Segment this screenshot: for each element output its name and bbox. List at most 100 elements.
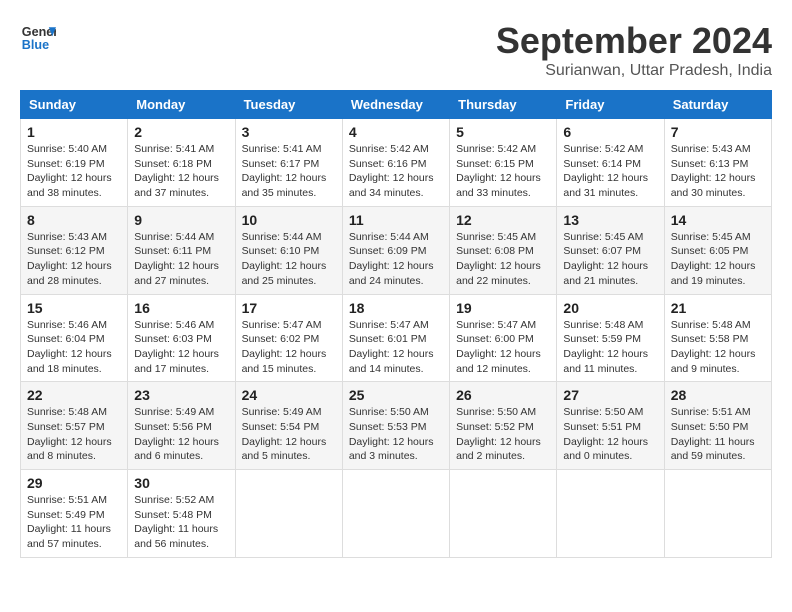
weekday-header-wednesday: Wednesday [342,91,449,119]
day-number: 4 [349,124,443,140]
calendar-day-28: 28 Sunrise: 5:51 AM Sunset: 5:50 PM Dayli… [664,382,771,470]
calendar-day-2: 2 Sunrise: 5:41 AM Sunset: 6:18 PM Daylig… [128,119,235,207]
empty-cell [235,470,342,558]
empty-cell [557,470,664,558]
day-info: Sunrise: 5:47 AM Sunset: 6:00 PM Dayligh… [456,318,550,377]
day-number: 13 [563,212,657,228]
weekday-header-saturday: Saturday [664,91,771,119]
empty-cell [664,470,771,558]
day-info: Sunrise: 5:45 AM Sunset: 6:05 PM Dayligh… [671,230,765,289]
calendar-day-14: 14 Sunrise: 5:45 AM Sunset: 6:05 PM Dayli… [664,206,771,294]
day-info: Sunrise: 5:43 AM Sunset: 6:13 PM Dayligh… [671,142,765,201]
day-number: 6 [563,124,657,140]
calendar-day-24: 24Sunrise: 5:49 AM Sunset: 5:54 PM Dayli… [235,382,342,470]
day-number: 24 [242,387,336,403]
day-number: 18 [349,300,443,316]
weekday-header-sunday: Sunday [21,91,128,119]
day-info: Sunrise: 5:41 AM Sunset: 6:17 PM Dayligh… [242,142,336,201]
day-number: 26 [456,387,550,403]
calendar-day-16: 16 Sunrise: 5:46 AM Sunset: 6:03 PM Dayli… [128,294,235,382]
day-info: Sunrise: 5:46 AM Sunset: 6:04 PM Dayligh… [27,318,121,377]
day-number: 7 [671,124,765,140]
day-number: 12 [456,212,550,228]
calendar-day-18: 18 Sunrise: 5:47 AM Sunset: 6:01 PM Dayli… [342,294,449,382]
month-title: September 2024 [496,20,772,62]
day-info: Sunrise: 5:52 AM Sunset: 5:48 PM Dayligh… [134,493,228,552]
calendar-day-7: 7 Sunrise: 5:43 AM Sunset: 6:13 PM Daylig… [664,119,771,207]
day-number: 16 [134,300,228,316]
day-info: Sunrise: 5:49 AM Sunset: 5:56 PM Dayligh… [134,405,228,464]
day-info: Sunrise: 5:50 AM Sunset: 5:53 PM Dayligh… [349,405,443,464]
day-number: 25 [349,387,443,403]
day-info: Sunrise: 5:45 AM Sunset: 6:08 PM Dayligh… [456,230,550,289]
calendar-week-1: 1Sunrise: 5:40 AM Sunset: 6:19 PM Daylig… [21,119,772,207]
empty-cell [342,470,449,558]
logo: General Blue [20,20,56,56]
day-number: 14 [671,212,765,228]
weekday-header-tuesday: Tuesday [235,91,342,119]
day-number: 19 [456,300,550,316]
location-subtitle: Surianwan, Uttar Pradesh, India [496,62,772,80]
day-info: Sunrise: 5:44 AM Sunset: 6:11 PM Dayligh… [134,230,228,289]
day-number: 5 [456,124,550,140]
weekday-header-thursday: Thursday [450,91,557,119]
calendar-day-10: 10 Sunrise: 5:44 AM Sunset: 6:10 PM Dayli… [235,206,342,294]
weekday-header-friday: Friday [557,91,664,119]
day-info: Sunrise: 5:44 AM Sunset: 6:10 PM Dayligh… [242,230,336,289]
day-info: Sunrise: 5:48 AM Sunset: 5:58 PM Dayligh… [671,318,765,377]
day-info: Sunrise: 5:50 AM Sunset: 5:51 PM Dayligh… [563,405,657,464]
calendar-day-17: 17 Sunrise: 5:47 AM Sunset: 6:02 PM Dayli… [235,294,342,382]
day-info: Sunrise: 5:47 AM Sunset: 6:02 PM Dayligh… [242,318,336,377]
day-number: 21 [671,300,765,316]
calendar-week-4: 22 Sunrise: 5:48 AM Sunset: 5:57 PM Dayli… [21,382,772,470]
logo-icon: General Blue [20,20,56,56]
day-info: Sunrise: 5:40 AM Sunset: 6:19 PM Dayligh… [27,142,121,201]
calendar-week-3: 15 Sunrise: 5:46 AM Sunset: 6:04 PM Dayli… [21,294,772,382]
calendar-day-5: 5 Sunrise: 5:42 AM Sunset: 6:15 PM Daylig… [450,119,557,207]
calendar-day-25: 25 Sunrise: 5:50 AM Sunset: 5:53 PM Dayli… [342,382,449,470]
calendar-day-11: 11Sunrise: 5:44 AM Sunset: 6:09 PM Dayli… [342,206,449,294]
calendar-day-21: 21 Sunrise: 5:48 AM Sunset: 5:58 PM Dayli… [664,294,771,382]
day-number: 2 [134,124,228,140]
day-number: 27 [563,387,657,403]
day-number: 29 [27,475,121,491]
day-info: Sunrise: 5:43 AM Sunset: 6:12 PM Dayligh… [27,230,121,289]
day-info: Sunrise: 5:47 AM Sunset: 6:01 PM Dayligh… [349,318,443,377]
day-number: 10 [242,212,336,228]
calendar-day-19: 19 Sunrise: 5:47 AM Sunset: 6:00 PM Dayli… [450,294,557,382]
calendar-day-30: 30 Sunrise: 5:52 AM Sunset: 5:48 PM Dayli… [128,470,235,558]
day-number: 22 [27,387,121,403]
calendar-day-29: 29Sunrise: 5:51 AM Sunset: 5:49 PM Dayli… [21,470,128,558]
day-info: Sunrise: 5:42 AM Sunset: 6:15 PM Dayligh… [456,142,550,201]
calendar-day-4: 4Sunrise: 5:42 AM Sunset: 6:16 PM Daylig… [342,119,449,207]
page-header: General Blue September 2024 Surianwan, U… [20,20,772,80]
day-number: 20 [563,300,657,316]
title-block: September 2024 Surianwan, Uttar Pradesh,… [496,20,772,80]
day-info: Sunrise: 5:46 AM Sunset: 6:03 PM Dayligh… [134,318,228,377]
day-number: 17 [242,300,336,316]
day-info: Sunrise: 5:42 AM Sunset: 6:14 PM Dayligh… [563,142,657,201]
calendar-day-22: 22 Sunrise: 5:48 AM Sunset: 5:57 PM Dayli… [21,382,128,470]
day-number: 23 [134,387,228,403]
day-number: 30 [134,475,228,491]
calendar-day-20: 20 Sunrise: 5:48 AM Sunset: 5:59 PM Dayli… [557,294,664,382]
calendar-day-3: 3 Sunrise: 5:41 AM Sunset: 6:17 PM Daylig… [235,119,342,207]
calendar-day-13: 13Sunrise: 5:45 AM Sunset: 6:07 PM Dayli… [557,206,664,294]
day-info: Sunrise: 5:41 AM Sunset: 6:18 PM Dayligh… [134,142,228,201]
calendar-week-5: 29Sunrise: 5:51 AM Sunset: 5:49 PM Dayli… [21,470,772,558]
calendar-day-23: 23 Sunrise: 5:49 AM Sunset: 5:56 PM Dayli… [128,382,235,470]
calendar-day-8: 8Sunrise: 5:43 AM Sunset: 6:12 PM Daylig… [21,206,128,294]
day-info: Sunrise: 5:51 AM Sunset: 5:50 PM Dayligh… [671,405,765,464]
day-number: 3 [242,124,336,140]
calendar-day-15: 15 Sunrise: 5:46 AM Sunset: 6:04 PM Dayli… [21,294,128,382]
calendar-table: SundayMondayTuesdayWednesdayThursdayFrid… [20,90,772,558]
svg-text:Blue: Blue [22,38,49,52]
day-info: Sunrise: 5:48 AM Sunset: 5:59 PM Dayligh… [563,318,657,377]
day-number: 28 [671,387,765,403]
day-info: Sunrise: 5:48 AM Sunset: 5:57 PM Dayligh… [27,405,121,464]
calendar-day-12: 12 Sunrise: 5:45 AM Sunset: 6:08 PM Dayli… [450,206,557,294]
day-number: 15 [27,300,121,316]
calendar-week-2: 8Sunrise: 5:43 AM Sunset: 6:12 PM Daylig… [21,206,772,294]
day-number: 11 [349,212,443,228]
weekday-header-monday: Monday [128,91,235,119]
